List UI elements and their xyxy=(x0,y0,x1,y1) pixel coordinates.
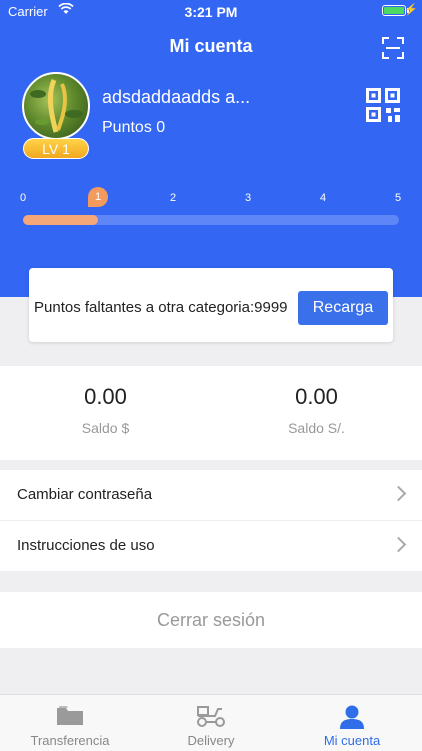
username: adsdaddaadds a... xyxy=(102,87,251,107)
scooter-icon xyxy=(197,706,225,727)
level-progress-fill xyxy=(23,215,99,225)
tab-bar: Transferencia Delivery Mi cuenta xyxy=(0,694,422,751)
settings-menu: Cambiar contraseña Instrucciones de uso xyxy=(0,470,422,572)
recharge-button[interactable]: Recarga xyxy=(298,291,388,325)
status-bar: Carrier 3:21 PM ⚡ xyxy=(0,0,422,24)
tab-label: Delivery xyxy=(187,733,235,748)
qr-code-icon[interactable] xyxy=(366,88,400,122)
level-tick: 2 xyxy=(169,192,177,204)
balance-label: Saldo S/. xyxy=(288,420,345,436)
level-tick: 3 xyxy=(244,192,252,204)
person-icon xyxy=(340,705,364,729)
page-title: Mi cuenta xyxy=(169,36,253,56)
menu-item-change-password[interactable]: Cambiar contraseña xyxy=(0,470,422,521)
chevron-right-icon xyxy=(390,536,407,553)
tab-label: Transferencia xyxy=(30,733,110,748)
balance-pen[interactable]: 0.00 Saldo S/. xyxy=(211,384,422,436)
level-tick: 0 xyxy=(19,192,27,204)
avatar[interactable] xyxy=(22,72,90,140)
menu-item-label: Cambiar contraseña xyxy=(17,486,153,503)
balances-panel: 0.00 Saldo $ 0.00 Saldo S/. xyxy=(0,366,422,460)
level-progress-bar xyxy=(23,215,399,225)
menu-item-label: Instrucciones de uso xyxy=(17,537,155,554)
balance-label: Saldo $ xyxy=(81,420,130,436)
avatar-image xyxy=(30,79,83,133)
tab-transferencia[interactable]: Transferencia xyxy=(0,695,140,751)
balance-usd[interactable]: 0.00 Saldo $ xyxy=(0,384,211,436)
account-header: Carrier 3:21 PM ⚡ Mi cuenta LV 1 adsdadd… xyxy=(0,0,422,297)
points-label: Puntos 0 xyxy=(102,119,166,136)
chevron-right-icon xyxy=(390,485,407,502)
clock: 3:21 PM xyxy=(184,4,238,20)
level-tick: 5 xyxy=(394,192,402,204)
level-badge: LV 1 xyxy=(23,138,89,159)
menu-item-instructions[interactable]: Instrucciones de uso xyxy=(0,521,422,572)
balance-amount: 0.00 xyxy=(84,384,127,409)
charging-icon: ⚡ xyxy=(404,4,418,16)
remaining-points-text: Puntos faltantes a otra categoria:9999 xyxy=(34,299,288,316)
level-tick-current: 1 xyxy=(88,187,108,207)
tab-label: Mi cuenta xyxy=(323,733,381,748)
balance-amount: 0.00 xyxy=(295,384,338,409)
tab-delivery[interactable]: Delivery xyxy=(141,695,281,751)
level-tick: 4 xyxy=(319,192,327,204)
promo-card: Puntos faltantes a otra categoria:9999 R… xyxy=(29,268,393,342)
logout-button[interactable]: Cerrar sesión xyxy=(0,592,422,648)
battery-icon xyxy=(382,5,406,16)
scan-icon[interactable] xyxy=(382,37,404,59)
tab-mi-cuenta[interactable]: Mi cuenta xyxy=(282,695,422,751)
folder-icon xyxy=(57,706,83,725)
level-scale: 0 1 2 3 4 5 xyxy=(0,187,422,207)
